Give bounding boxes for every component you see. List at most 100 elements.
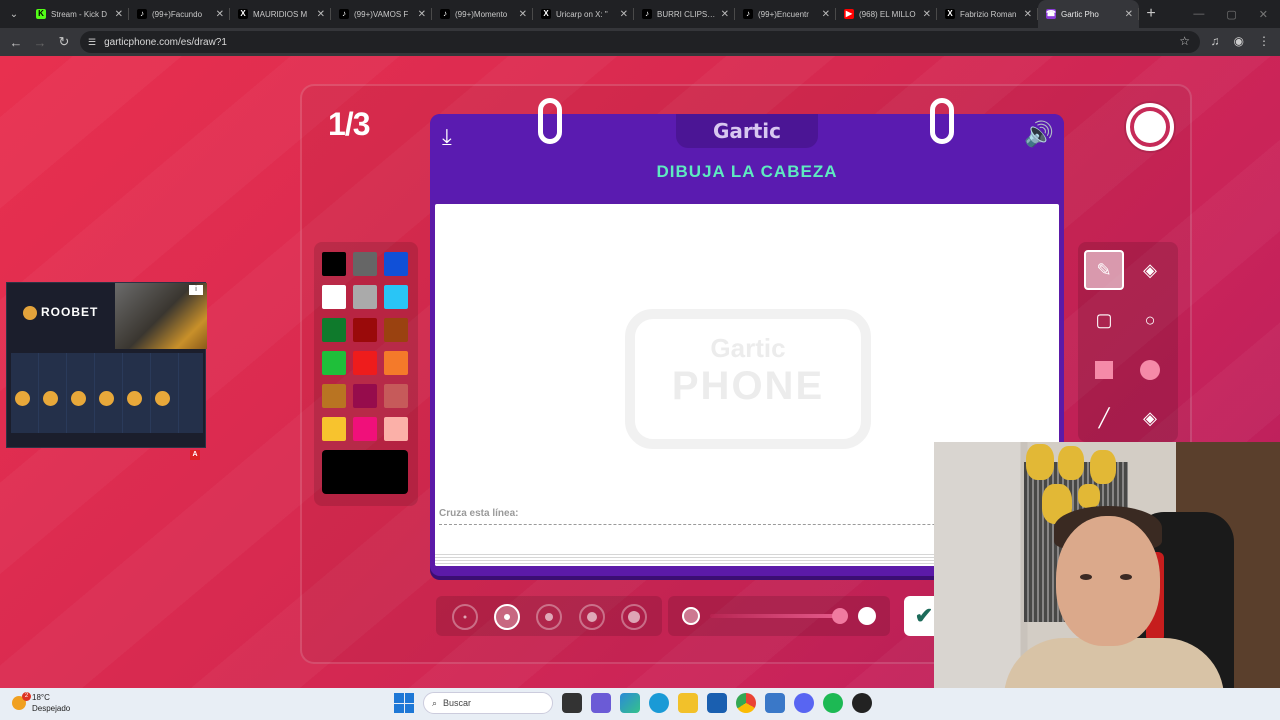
color-swatch[interactable] [322, 351, 346, 375]
tab-title: Gartic Pho [1061, 9, 1099, 19]
color-swatch[interactable] [353, 384, 377, 408]
spotify-icon[interactable] [823, 693, 843, 713]
color-swatch[interactable] [322, 285, 346, 309]
close-window-icon[interactable]: ✕ [1259, 8, 1268, 21]
rectangle-outline-icon[interactable]: ▢ [1084, 300, 1124, 340]
media-icon[interactable]: ♫ [1211, 34, 1220, 48]
color-swatch[interactable] [353, 318, 377, 342]
eraser-icon[interactable]: ◈ [1130, 250, 1170, 290]
ad-choices-icon[interactable]: i [189, 285, 203, 295]
download-icon[interactable]: ⤓ [442, 124, 452, 150]
browser-tab[interactable]: ♪ (99+)Encuentr ✕ [735, 0, 836, 28]
tab-title: Uricarp on X: " [556, 9, 608, 19]
color-swatch[interactable] [384, 351, 408, 375]
opacity-track[interactable] [710, 614, 838, 618]
chrome-icon[interactable] [736, 693, 756, 713]
sound-icon[interactable]: 🔊 [1024, 120, 1054, 149]
tab-title: Fabrizio Roman [960, 9, 1017, 19]
color-swatch[interactable] [384, 417, 408, 441]
maximize-icon[interactable]: ▢ [1226, 8, 1236, 21]
weather-widget[interactable]: 2 18°C Despejado [12, 692, 70, 714]
edge-icon[interactable] [649, 693, 669, 713]
color-swatch[interactable] [322, 384, 346, 408]
tab-close-icon[interactable]: ✕ [822, 9, 830, 20]
task-view-icon[interactable] [562, 693, 582, 713]
browser-tab[interactable]: ♪ (99+)Facundo ✕ [129, 0, 230, 28]
outlook-icon[interactable] [765, 693, 785, 713]
windows-start-icon[interactable] [394, 693, 414, 713]
browser-tab[interactable]: ▶ (968) EL MILLO ✕ [836, 0, 937, 28]
toolbar-icons: ♫ ◉ ⋮ [1211, 34, 1270, 48]
tab-title: (99+)Momento [455, 9, 508, 19]
brush-size-1[interactable] [452, 604, 478, 630]
minimize-icon[interactable]: — [1193, 8, 1204, 20]
tab-close-icon[interactable]: ✕ [216, 9, 224, 20]
tab-close-icon[interactable]: ✕ [1024, 9, 1032, 20]
store-icon[interactable] [707, 693, 727, 713]
tab-close-icon[interactable]: ✕ [317, 9, 325, 20]
browser-tab[interactable]: ♪ BURRI CLIPS (@ ✕ [634, 0, 735, 28]
color-swatch[interactable] [384, 285, 408, 309]
circle-fill-icon[interactable] [1130, 350, 1170, 390]
brush-size-2[interactable] [494, 604, 520, 630]
color-swatch[interactable] [384, 318, 408, 342]
url-field[interactable]: ☰ garticphone.com/es/draw?1 ☆ [80, 31, 1200, 53]
tab-search-icon[interactable]: ⌄ [0, 0, 28, 28]
color-swatch[interactable] [322, 417, 346, 441]
tab-close-icon[interactable]: ✕ [1125, 9, 1133, 20]
color-swatch[interactable] [353, 252, 377, 276]
menu-icon[interactable]: ⋮ [1258, 34, 1270, 48]
brush-size-5[interactable] [621, 604, 647, 630]
browser-tab[interactable]: ♪ (99+)Momento ✕ [432, 0, 533, 28]
browser-tab[interactable]: X Uricarp on X: " ✕ [533, 0, 634, 28]
brush-size-3[interactable] [536, 604, 562, 630]
tab-title: (99+)Facundo [152, 9, 203, 19]
site-info-icon[interactable]: ☰ [88, 37, 96, 48]
tab-title: MAURIDIOS M [253, 9, 308, 19]
tab-close-icon[interactable]: ✕ [519, 9, 527, 20]
url-text: garticphone.com/es/draw?1 [104, 36, 227, 48]
reload-icon[interactable]: ↻ [52, 34, 76, 50]
person-eye-right [1120, 574, 1132, 580]
roobet-ad[interactable]: ROOBET i [6, 282, 207, 448]
color-swatch[interactable] [353, 417, 377, 441]
color-swatch[interactable] [353, 285, 377, 309]
color-swatch[interactable] [353, 351, 377, 375]
browser-tab[interactable]: X Fabrizio Roman ✕ [937, 0, 1038, 28]
color-swatch[interactable] [322, 252, 346, 276]
bookmark-star-icon[interactable]: ☆ [1179, 34, 1190, 48]
forward-icon[interactable]: → [28, 35, 52, 50]
browser-tab[interactable]: ♪ (99+)VAMOS F ✕ [331, 0, 432, 28]
pen-icon[interactable]: ✎ [1084, 250, 1124, 290]
obs-icon[interactable] [852, 693, 872, 713]
color-swatch[interactable] [384, 252, 408, 276]
opacity-handle[interactable] [832, 608, 848, 624]
back-icon[interactable]: ← [4, 35, 28, 50]
tab-close-icon[interactable]: ✕ [923, 9, 931, 20]
browser-tab[interactable]: ☎ Gartic Pho ✕ [1038, 0, 1139, 28]
tab-close-icon[interactable]: ✕ [115, 9, 123, 20]
tab-close-icon[interactable]: ✕ [418, 9, 426, 20]
profile-icon[interactable]: ◉ [1234, 34, 1244, 48]
rectangle-fill-icon[interactable] [1084, 350, 1124, 390]
circle-outline-icon[interactable]: ○ [1130, 300, 1170, 340]
teams-icon[interactable] [591, 693, 611, 713]
discord-icon[interactable] [794, 693, 814, 713]
browser-tab[interactable]: X MAURIDIOS M ✕ [230, 0, 331, 28]
brush-size-4[interactable] [579, 604, 605, 630]
file-explorer-icon[interactable] [678, 693, 698, 713]
color-swatch[interactable] [384, 384, 408, 408]
fill-bucket-icon[interactable]: ◈ [1130, 398, 1170, 438]
line-icon[interactable]: ╱ [1084, 398, 1124, 438]
gartic-phone-watermark: Gartic PHONE [625, 309, 871, 449]
copilot-icon[interactable] [620, 693, 640, 713]
browser-tab[interactable]: K Stream - Kick D ✕ [28, 0, 129, 28]
new-tab-button[interactable]: + [1139, 5, 1163, 23]
color-swatch[interactable] [322, 318, 346, 342]
tab-close-icon[interactable]: ✕ [620, 9, 628, 20]
tab-title: (968) EL MILLO [859, 9, 916, 19]
timer-icon [1126, 103, 1174, 151]
opacity-slider[interactable] [668, 596, 890, 636]
tab-close-icon[interactable]: ✕ [721, 9, 729, 20]
taskbar-search[interactable]: ⌕ Buscar [423, 692, 553, 714]
